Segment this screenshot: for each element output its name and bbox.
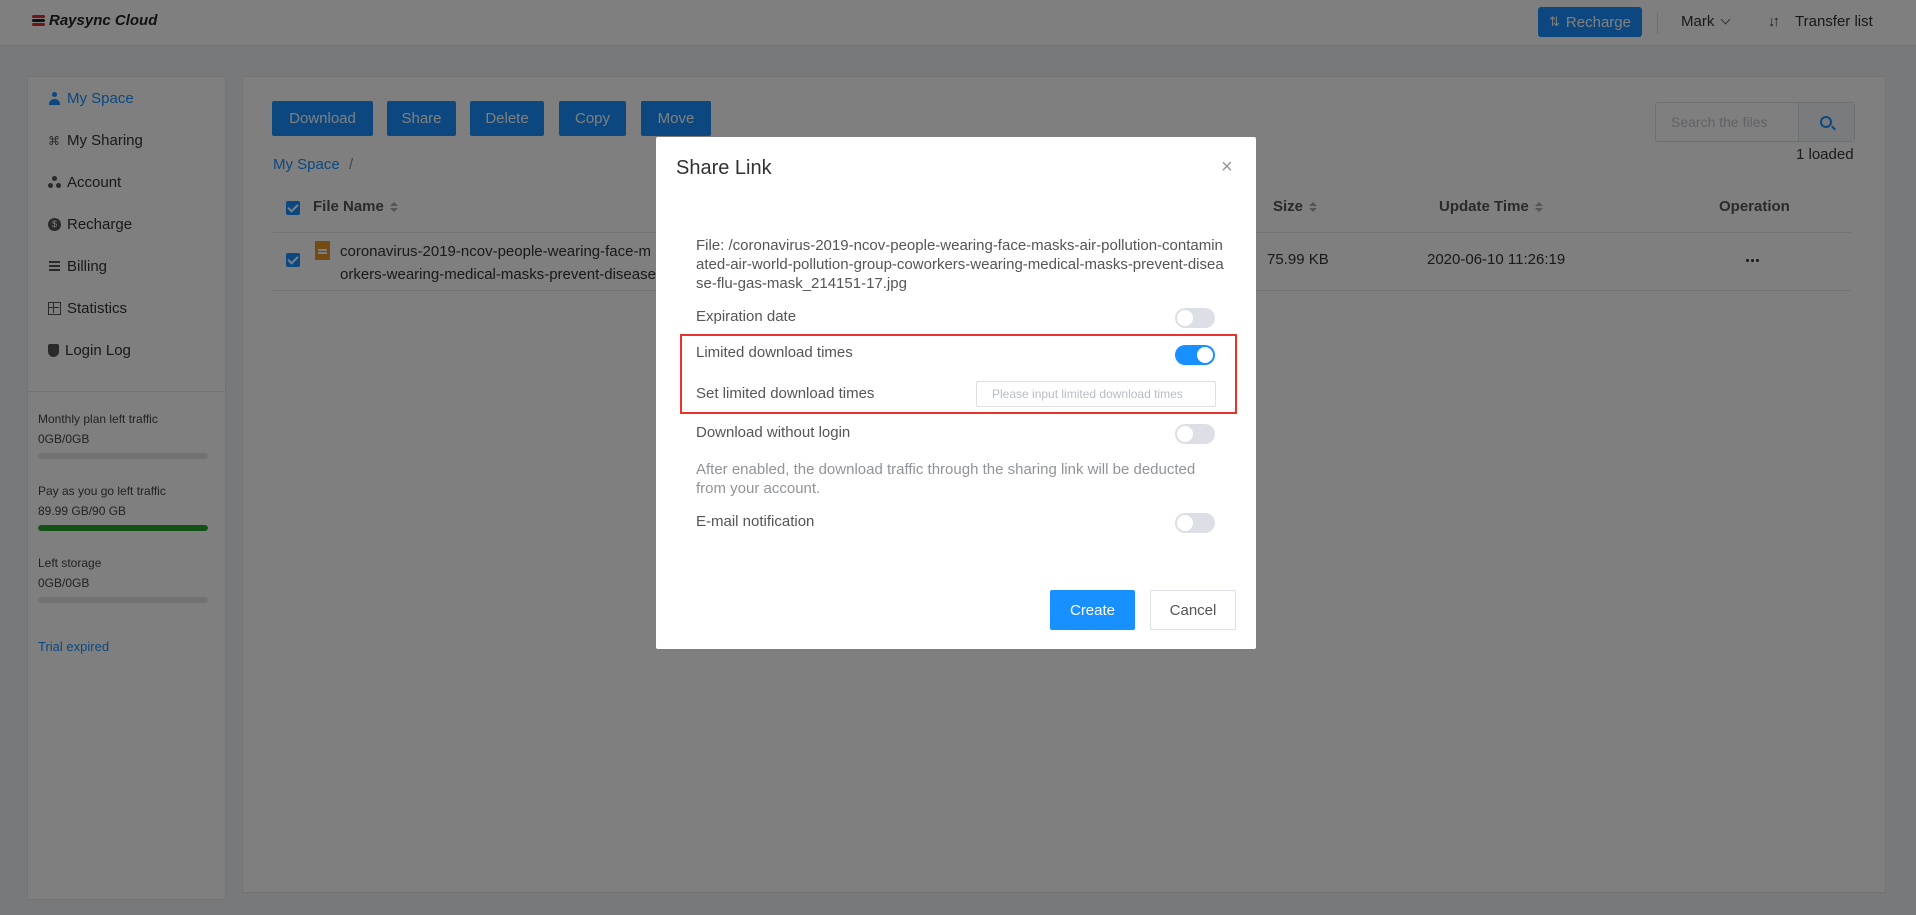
email-notification-toggle[interactable]	[1175, 513, 1215, 533]
download-traffic-note: After enabled, the download traffic thro…	[696, 461, 1196, 497]
share-link-dialog: Share Link × File: /coronavirus-2019-nco…	[656, 137, 1256, 649]
dialog-title: Share Link	[676, 157, 772, 179]
limited-download-toggle[interactable]	[1175, 345, 1215, 365]
download-without-login-label: Download without login	[696, 424, 851, 441]
limited-download-label: Limited download times	[696, 344, 853, 361]
email-notification-label: E-mail notification	[696, 513, 815, 530]
set-limited-download-label: Set limited download times	[696, 385, 875, 402]
limited-download-times-input[interactable]	[976, 381, 1216, 407]
download-without-login-toggle[interactable]	[1175, 424, 1215, 444]
expiration-date-toggle[interactable]	[1175, 308, 1215, 328]
create-button[interactable]: Create	[1050, 590, 1135, 630]
shared-file-path: File: /coronavirus-2019-ncov-people-wear…	[696, 237, 1224, 292]
close-icon[interactable]: ×	[1221, 157, 1233, 177]
expiration-date-label: Expiration date	[696, 308, 797, 325]
cancel-button[interactable]: Cancel	[1150, 590, 1236, 630]
